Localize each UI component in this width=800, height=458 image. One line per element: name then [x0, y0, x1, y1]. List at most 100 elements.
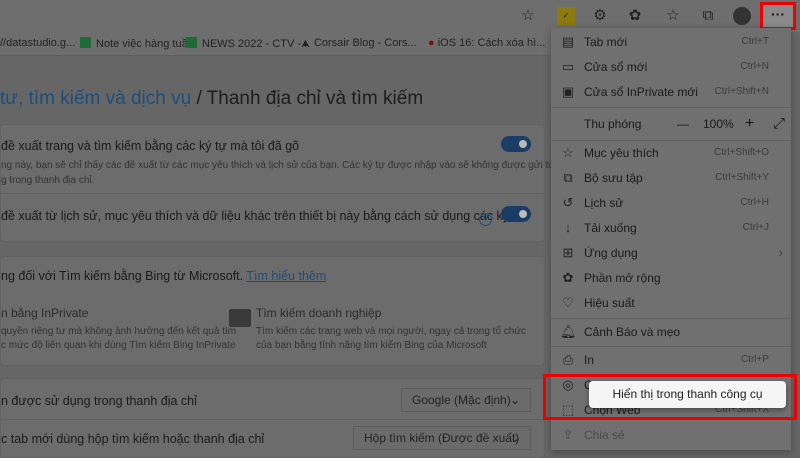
menu-label: Hiệu suất: [584, 296, 635, 310]
fullscreen-icon[interactable]: ⤢: [773, 110, 785, 138]
menu-item-apps[interactable]: ⊞ Ứng dụng ›: [551, 241, 791, 265]
add-favorite-icon[interactable]: ☆: [519, 7, 537, 25]
bookmark-item[interactable]: ▲ Corsair Blog - Cors...: [300, 37, 417, 49]
bell-icon: 🔔︎: [560, 324, 577, 339]
menu-item-zoom: Thu phóng — 100% + ⤢: [551, 110, 791, 138]
enterprise-desc: Tìm kiếm các trang web và mọi người, nga…: [256, 326, 527, 337]
settings-extension-icon[interactable]: ⚙: [591, 7, 609, 25]
bing-card: ng đối với Tìm kiếm bằng Bing từ Microso…: [0, 256, 545, 366]
apps-icon: ⊞: [562, 245, 574, 260]
help-icon[interactable]: ?: [479, 213, 492, 226]
menu-label: Bộ sưu tập: [584, 171, 643, 185]
print-icon: ⎙: [562, 352, 574, 367]
suggestions-card: đề xuất trang và tìm kiếm bằng các ký tự…: [0, 124, 582, 242]
menu-item-history[interactable]: ↺ Lịch sử Ctrl+H: [551, 191, 791, 215]
chevron-down-icon: ⌄: [509, 431, 520, 445]
menu-label: Thu phóng: [584, 117, 642, 131]
menu-item-print[interactable]: ⎙ In Ctrl+P: [551, 348, 791, 372]
search-engine-select[interactable]: Google (Mặc định) ⌄: [401, 388, 531, 412]
menu-label: Cảnh Báo và mẹo: [584, 325, 681, 339]
page-title-text: Thanh địa chỉ và tìm kiếm: [206, 88, 424, 109]
zoom-level: 100%: [703, 117, 734, 131]
setting1-toggle[interactable]: [501, 136, 531, 152]
page-title: tư, tìm kiếm và dịch vụ / Thanh địa chỉ …: [0, 88, 423, 110]
bookmark-label: Corsair Blog - Cors...: [313, 37, 417, 49]
inprivate-desc: c mức độ liên quan khi dùng Tìm kiếm Bin…: [1, 340, 236, 351]
zoom-in-button[interactable]: +: [745, 110, 754, 138]
enterprise-desc: của bạn bằng tính năng tìm kiếm Bing của…: [256, 340, 487, 351]
menu-label: Cửa sổ mới: [584, 60, 648, 74]
chevron-down-icon: ⌄: [509, 393, 520, 407]
menu-label: Chia sẻ: [584, 428, 625, 442]
menu-label: Phần mở rộng: [584, 271, 661, 285]
menu-item-alerts[interactable]: 🔔︎ Cảnh Báo và mẹo: [551, 320, 791, 344]
newtab-label: c tab mới dùng hộp tìm kiếm hoặc thanh đ…: [1, 432, 265, 446]
divider: [1, 193, 546, 194]
favorites-icon: ☆: [562, 145, 574, 160]
performance-icon: ♡: [562, 295, 574, 310]
newtab-search-select[interactable]: Hộp tìm kiếm (Được đề xuất) ⌄: [353, 426, 531, 450]
breadcrumb-separator: /: [191, 88, 207, 109]
sheets-icon: [186, 37, 197, 48]
menu-label: Mục yêu thích: [584, 146, 659, 160]
collections-icon[interactable]: ⧉: [699, 7, 717, 25]
menu-label: Tải xuống: [584, 221, 637, 235]
extensions-icon: ✿: [562, 270, 574, 285]
zoom-out-button[interactable]: —: [677, 110, 689, 138]
menu-shortcut: Ctrl+N: [740, 61, 769, 72]
divider: [551, 346, 791, 347]
extensions-icon[interactable]: ✿: [626, 7, 644, 25]
learn-more-link[interactable]: Tìm hiểu thêm: [246, 269, 326, 283]
profile-avatar[interactable]: [733, 7, 751, 25]
menu-label: Lịch sử: [584, 196, 624, 210]
setting2-toggle[interactable]: [501, 206, 531, 222]
divider: [1, 419, 546, 420]
history-icon: ↺: [562, 195, 574, 210]
menu-shortcut: Ctrl+J: [742, 222, 769, 233]
apple-icon: ●: [428, 37, 438, 49]
bookmark-item[interactable]: Note việc hàng tuầ...: [80, 37, 197, 50]
corsair-icon: ▲: [300, 37, 314, 49]
inprivate-icon: ▣: [561, 84, 575, 99]
collections-icon: ⧉: [563, 170, 573, 185]
sheets-icon: [80, 37, 91, 48]
setting-description: ng này, bạn sẽ chỉ thấy các đề xuất từ c…: [1, 160, 582, 171]
inprivate-desc: quyền riêng tư mà không ảnh hưởng đến kế…: [1, 326, 237, 337]
menu-item-performance[interactable]: ♡ Hiệu suất: [551, 291, 791, 315]
bookmark-item[interactable]: //datastudio.g...: [0, 37, 75, 49]
show-in-toolbar-option[interactable]: Hiển thị trong thanh công cụ: [589, 381, 786, 408]
bing-text: ng đối với Tìm kiếm bằng Bing từ Microso…: [1, 269, 244, 283]
bookmark-item[interactable]: NEWS 2022 - CTV -...: [186, 37, 310, 50]
favorites-icon[interactable]: ☆: [664, 7, 682, 25]
settings-and-more-button[interactable]: ···: [760, 2, 796, 30]
divider: [551, 318, 791, 319]
menu-item-share[interactable]: ⇪ Chia sẻ: [551, 423, 791, 447]
bookmark-item[interactable]: ● iOS 16: Cách xóa hì...: [428, 37, 545, 49]
inprivate-title: n bằng InPrivate: [1, 306, 89, 320]
select-value: Google (Mặc định): [412, 393, 511, 407]
bookmarks-bar: //datastudio.g... Note việc hàng tuầ... …: [0, 32, 551, 56]
menu-item-downloads[interactable]: ↓ Tải xuống Ctrl+J: [551, 216, 791, 240]
setting-title: đề xuất từ lịch sử, mục yêu thích và dữ …: [1, 209, 525, 223]
breadcrumb-link[interactable]: tư, tìm kiếm và dịch vụ: [0, 88, 191, 109]
menu-label: Cửa sổ InPrivate mới: [584, 85, 698, 99]
menu-shortcut: Ctrl+Shift+O: [713, 147, 769, 158]
bookmark-label: iOS 16: Cách xóa hì...: [437, 37, 546, 49]
share-icon: ⇪: [562, 427, 574, 442]
menu-item-new-tab[interactable]: ▤ Tab mới Ctrl+T: [551, 30, 791, 54]
setting-description: g trong thanh địa chỉ.: [1, 175, 95, 186]
menu-label: Ứng dụng: [584, 246, 638, 260]
menu-item-new-window[interactable]: ▭ Cửa sổ mới Ctrl+N: [551, 55, 791, 79]
menu-item-inprivate[interactable]: ▣ Cửa sổ InPrivate mới Ctrl+Shift+N: [551, 80, 791, 104]
menu-item-favorites[interactable]: ☆ Mục yêu thích Ctrl+Shift+O: [551, 141, 791, 165]
menu-label: In: [584, 353, 595, 367]
search-engine-card: n được sử dụng trong thanh địa chỉ Googl…: [0, 378, 546, 458]
menu-shortcut: Ctrl+T: [741, 36, 770, 47]
setting-title: đề xuất trang và tìm kiếm bằng các ký tự…: [1, 139, 300, 153]
engine-label: n được sử dụng trong thanh địa chỉ: [1, 394, 197, 408]
menu-item-collections[interactable]: ⧉ Bộ sưu tập Ctrl+Shift+Y: [551, 166, 791, 190]
menu-shortcut: Ctrl+P: [740, 354, 769, 365]
chevron-right-icon: ›: [778, 245, 783, 260]
extension-icon[interactable]: ✓: [557, 7, 575, 25]
menu-item-extensions[interactable]: ✿ Phần mở rộng: [551, 266, 791, 290]
